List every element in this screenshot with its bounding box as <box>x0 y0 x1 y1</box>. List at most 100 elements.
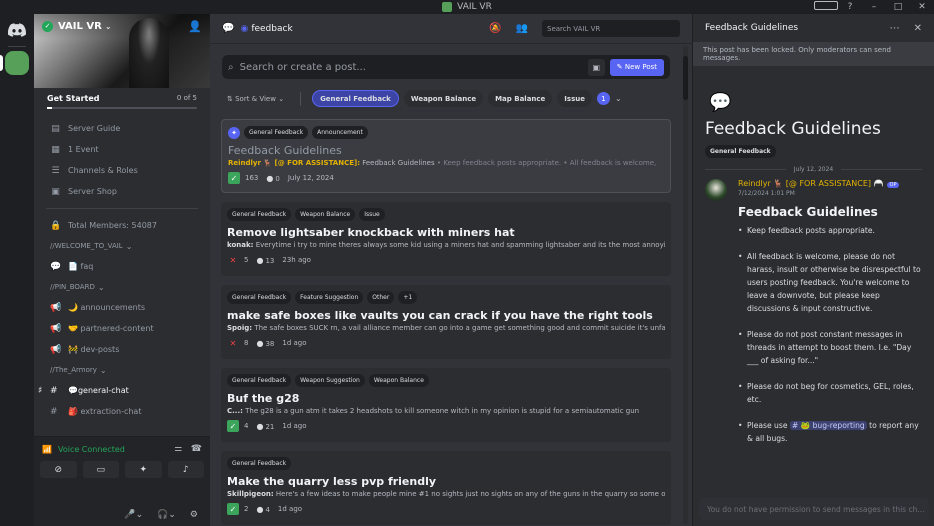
scrollbar-thumb[interactable] <box>683 56 688 100</box>
screen-share-button[interactable]: ▭ <box>82 461 119 478</box>
inbox-icon[interactable] <box>814 1 838 13</box>
voice-status[interactable]: 📶 Voice Connected ⚌ ☎ <box>34 437 210 461</box>
channel-announcements[interactable]: 📢 🌙 announcements <box>34 297 210 318</box>
post-time: July 12, 2024 <box>287 174 334 182</box>
microphone-icon[interactable]: 🎤⌄ <box>124 510 143 520</box>
reaction[interactable]: ✕ 5 <box>227 254 249 266</box>
lock-icon: 🔒 <box>50 220 62 231</box>
headphones-icon[interactable]: 🎧⌄ <box>157 510 176 520</box>
reaction[interactable]: ✓ 2 <box>227 503 248 515</box>
post-card[interactable]: General Feedback Make the quarry less pv… <box>221 451 671 525</box>
category-welcome[interactable]: //WELCOME_TO_VAIL ⌄ <box>34 236 210 256</box>
close-icon[interactable]: ✕ <box>914 23 922 34</box>
close-button[interactable]: ✕ <box>910 2 934 12</box>
post-meta: ✓ 2 ● 4 1d ago <box>227 502 665 516</box>
panel-title: Feedback Guidelines <box>705 23 799 33</box>
post-time: 1d ago <box>282 339 307 347</box>
post-tags: General Feedback <box>227 457 665 470</box>
guideline-list: Keep feedback posts appropriate. All fee… <box>738 224 922 445</box>
signal-icon: 📶 <box>42 444 52 454</box>
server-banner: ✓ VAIL VR ⌄ 👤 <box>34 14 210 88</box>
reaction[interactable]: ✕ 8 <box>227 337 249 349</box>
more-icon[interactable]: ⋯ <box>890 23 900 34</box>
window-controls: ? – □ ✕ <box>814 0 934 14</box>
post-card[interactable]: General Feedback Weapon Suggestion Weapo… <box>221 368 671 442</box>
progress-bar <box>47 107 197 109</box>
search-icon: ⌕ <box>228 61 234 73</box>
maximize-button[interactable]: □ <box>886 2 910 12</box>
tag-filter-issue[interactable]: Issue <box>557 90 592 107</box>
title-bar: VAIL VR ? – □ ✕ <box>0 0 934 14</box>
voice-panel: 📶 Voice Connected ⚌ ☎ ⊘ ▭ ✦ ♪ 🎤⌄ 🎧⌄ ⚙ <box>34 436 210 526</box>
chevron-down-icon[interactable]: ⌄ <box>615 94 622 103</box>
post-card[interactable]: ✦ General Feedback Announcement Feedback… <box>221 119 671 193</box>
chat-bubble-icon: ● <box>266 173 274 183</box>
sidebar-item-events[interactable]: ▦ 1 Event <box>34 139 210 160</box>
message: Reindlyr 🦌 [@ FOR ASSISTANCE] 🦳 OP 7/12/2… <box>693 173 934 445</box>
soundboard-button[interactable]: ♪ <box>167 461 204 478</box>
channel-dev-posts[interactable]: 📢 🚧 dev-posts <box>34 339 210 360</box>
guide-icon: ▤ <box>51 123 60 134</box>
reply-count: ● 0 <box>266 173 280 183</box>
post-tag: General Feedback <box>227 374 292 387</box>
chat-bubble-icon: ● <box>256 421 264 431</box>
reaction[interactable]: ✓ 163 <box>228 172 258 184</box>
invite-icon[interactable]: 👤 <box>188 20 202 33</box>
server-name: VAIL VR <box>58 20 102 32</box>
activity-button[interactable]: ✦ <box>125 461 162 478</box>
post-meta: ✕ 8 ● 38 1d ago <box>227 336 665 350</box>
pin-icon: ✦ <box>228 126 240 139</box>
server-icon-vail[interactable] <box>0 51 29 75</box>
channel-faq[interactable]: 💬 📄 faq <box>34 256 210 277</box>
sidebar-item-channels-roles[interactable]: ☰ Channels & Roles <box>34 160 210 181</box>
post-tag: Weapon Balance <box>368 374 429 387</box>
notifications-icon[interactable]: 🔕 <box>489 23 501 34</box>
list-item: All feedback is welcome, please do not h… <box>738 250 922 315</box>
post-title: Remove lightsaber knockback with miners … <box>227 226 515 239</box>
post-card[interactable]: General Feedback Feature Suggestion Othe… <box>221 285 671 359</box>
noise-icon[interactable]: ⚌ <box>174 444 182 454</box>
reaction[interactable]: ✓ 4 <box>227 420 248 432</box>
post-tag: Other <box>367 291 395 304</box>
server-header[interactable]: ✓ VAIL VR ⌄ 👤 <box>34 14 210 38</box>
scrollbar[interactable] <box>683 46 688 524</box>
discord-home-icon[interactable] <box>3 18 31 42</box>
forum-icon: 💬 <box>222 23 235 34</box>
user-controls: 🎤⌄ 🎧⌄ ⚙ <box>124 510 198 520</box>
topbar-actions: 🔕 👥 Search VAIL VR <box>489 20 680 37</box>
members-icon[interactable]: 👥 <box>516 23 528 34</box>
channel-extraction-chat[interactable]: # 🎒 extraction-chat <box>34 401 210 422</box>
get-started[interactable]: Get Started 0 of 5 <box>34 88 210 110</box>
more-tags-count[interactable]: 1 <box>596 92 610 105</box>
channel-mention[interactable]: # 🐸 bug-reporting <box>789 421 867 430</box>
camera-off-button[interactable]: ⊘ <box>40 461 77 478</box>
minimize-button[interactable]: – <box>862 2 886 12</box>
window-title: VAIL VR <box>457 2 492 12</box>
avatar[interactable] <box>705 179 727 201</box>
tag-filter-general-feedback[interactable]: General Feedback <box>312 90 399 107</box>
tag-filter-map-balance[interactable]: Map Balance <box>488 90 553 107</box>
post-preview: Skillpigeon: Here's a few ideas to make … <box>227 490 665 498</box>
message-author[interactable]: Reindlyr 🦌 [@ FOR ASSISTANCE] 🦳 OP <box>738 179 922 190</box>
message-input-disabled: You do not have permission to send messa… <box>699 498 929 520</box>
post-card[interactable]: General Feedback Weapon Balance Issue Re… <box>221 202 671 276</box>
category-armory[interactable]: //The_Armory ⌄ <box>34 360 210 380</box>
verified-icon: ✓ <box>42 20 53 32</box>
sort-view-button[interactable]: ⇅ Sort & View ⌄ <box>222 90 289 107</box>
search-input[interactable]: Search VAIL VR <box>542 20 680 37</box>
sidebar-item-server-guide[interactable]: ▤ Server Guide <box>34 118 210 139</box>
post-search-placeholder: Search or create a post... <box>239 61 366 73</box>
channel-general-chat[interactable]: ♯ # 💬general-chat <box>34 380 210 401</box>
category-pin-board[interactable]: //PIN_BOARD ⌄ <box>34 277 210 297</box>
reply-count: ● 4 <box>256 504 270 514</box>
sidebar-item-server-shop[interactable]: ▣ Server Shop <box>34 181 210 202</box>
help-icon[interactable]: ? <box>838 2 862 12</box>
image-icon[interactable]: ▣ <box>587 58 605 76</box>
settings-icon[interactable]: ⚙ <box>190 510 198 520</box>
tag-filter-weapon-balance[interactable]: Weapon Balance <box>403 90 484 107</box>
new-post-button[interactable]: ✎ New Post <box>609 58 664 76</box>
disconnect-icon[interactable]: ☎ <box>191 444 202 454</box>
channel-partnered-content[interactable]: 📢 🤝 partnered-content <box>34 318 210 339</box>
post-title: Feedback Guidelines <box>228 144 342 157</box>
post-search-bar[interactable]: ⌕ Search or create a post... ▣ ✎ New Pos… <box>222 55 670 79</box>
